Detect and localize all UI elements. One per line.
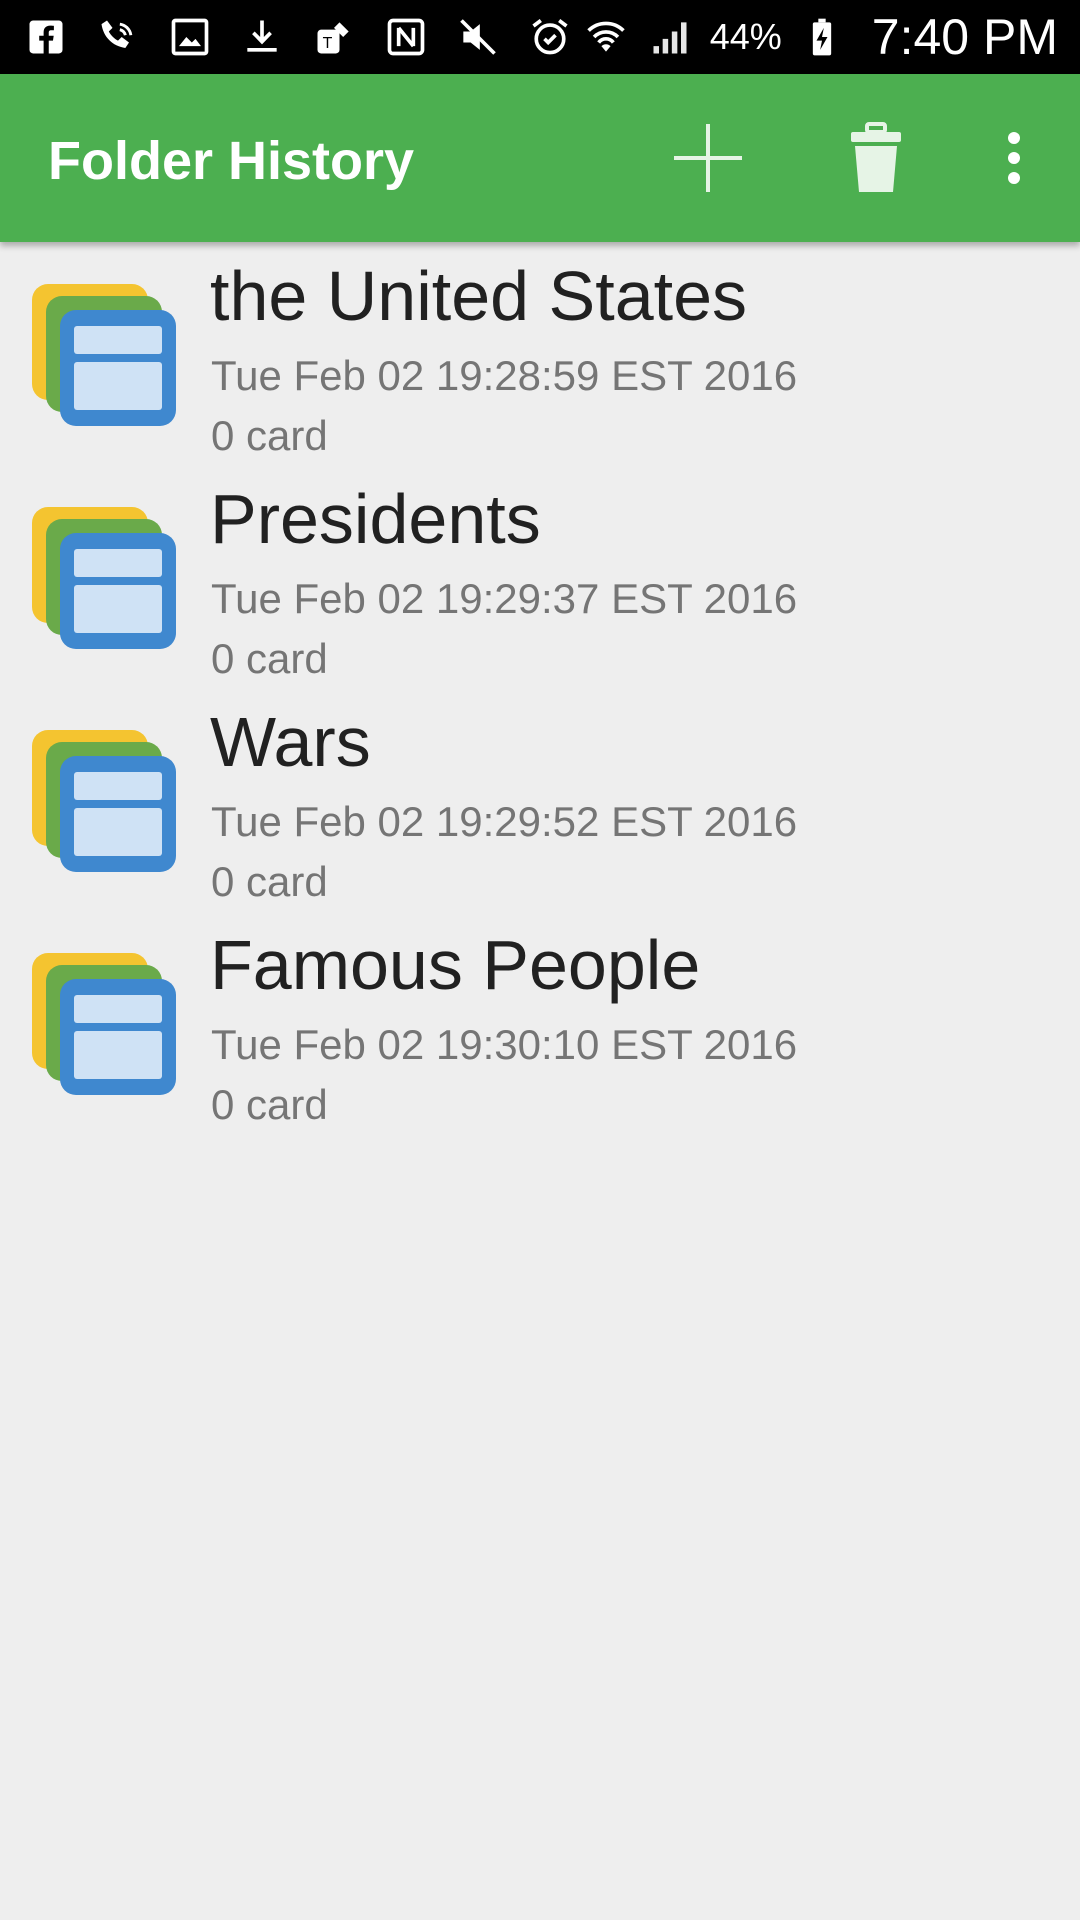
folder-name: the United States: [210, 257, 747, 335]
wifi-icon: [582, 13, 630, 61]
folder-card-count: 0 card: [211, 1081, 328, 1128]
image-icon: [166, 13, 214, 61]
wifi-call-icon: [94, 13, 142, 61]
list-item[interactable]: the United States Tue Feb 02 19:28:59 ES…: [0, 242, 1080, 465]
folder-date: Tue Feb 02 19:29:37 EST 2016: [211, 575, 798, 622]
folder-stack-icon: [32, 953, 176, 1095]
status-bar-system: 44% 7:40 PM: [582, 8, 1058, 66]
status-bar: T 44% 7:40 PM: [0, 0, 1080, 74]
nfc-icon: [382, 13, 430, 61]
folder-list: the United States Tue Feb 02 19:28:59 ES…: [0, 242, 1080, 1134]
delete-icon: [851, 122, 901, 192]
download-icon: [238, 13, 286, 61]
delete-button[interactable]: [826, 108, 926, 208]
battery-percent: 44%: [709, 16, 782, 57]
page-title: Folder History: [48, 131, 415, 191]
app-bar: Folder History: [0, 74, 1080, 242]
list-item[interactable]: Wars Tue Feb 02 19:29:52 EST 2016 0 card: [0, 688, 1080, 911]
svg-text:T: T: [322, 35, 332, 52]
folder-card-count: 0 card: [211, 412, 328, 459]
status-bar-notifications: T: [22, 13, 574, 61]
signal-icon: [646, 13, 694, 61]
folder-name: Presidents: [210, 480, 541, 558]
folder-date: Tue Feb 02 19:28:59 EST 2016: [211, 352, 798, 399]
folder-name: Wars: [210, 703, 371, 781]
alarm-icon: [526, 13, 574, 61]
folder-card-count: 0 card: [211, 635, 328, 682]
facebook-icon: [22, 13, 70, 61]
list-item[interactable]: Presidents Tue Feb 02 19:29:37 EST 2016 …: [0, 465, 1080, 688]
folder-date: Tue Feb 02 19:29:52 EST 2016: [211, 798, 798, 845]
mute-icon: [454, 13, 502, 61]
status-bar-time: 7:40 PM: [871, 9, 1058, 65]
overflow-menu-icon: [1008, 132, 1020, 184]
folder-card-count: 0 card: [211, 858, 328, 905]
folder-stack-icon: [32, 507, 176, 649]
folder-name: Famous People: [210, 926, 701, 1004]
tmobile-icon: T: [310, 13, 358, 61]
folder-stack-icon: [32, 730, 176, 872]
folder-date: Tue Feb 02 19:30:10 EST 2016: [211, 1021, 798, 1068]
folder-stack-icon: [32, 284, 176, 426]
add-icon: [674, 124, 742, 192]
add-folder-button[interactable]: [658, 108, 758, 208]
battery-charging-icon: [798, 13, 846, 61]
overflow-menu-button[interactable]: [964, 108, 1064, 208]
list-item[interactable]: Famous People Tue Feb 02 19:30:10 EST 20…: [0, 911, 1080, 1134]
